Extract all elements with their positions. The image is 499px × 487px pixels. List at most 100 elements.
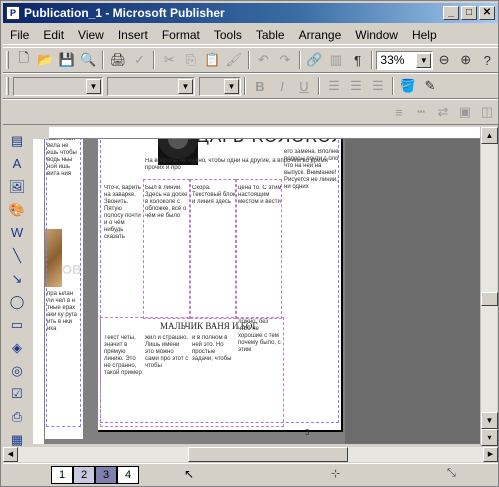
- page-tab-4[interactable]: 4: [117, 465, 139, 484]
- horizontal-ruler[interactable]: [49, 127, 480, 139]
- vertical-scroll-thumb[interactable]: [481, 292, 498, 306]
- wordart-icon[interactable]: W: [6, 222, 28, 243]
- object-position-icon: ⊹: [331, 468, 341, 480]
- toolbar-grip[interactable]: [6, 77, 9, 95]
- title-bar[interactable]: P Publication_1 - Microsoft Publisher _ …: [3, 3, 498, 23]
- horizontal-scrollbar[interactable]: ◀ ▶: [3, 447, 498, 462]
- undo-icon[interactable]: ↶: [253, 49, 275, 71]
- ruler-corner[interactable]: [33, 127, 49, 139]
- vertical-scrollbar[interactable]: ▲ ▼ ▾: [480, 127, 498, 446]
- help-icon[interactable]: ?: [476, 49, 498, 71]
- zoom-in-icon[interactable]: ⊕: [455, 49, 477, 71]
- underline-icon[interactable]: U: [293, 75, 315, 97]
- zoom-value: 33%: [380, 53, 405, 67]
- page-tab-1[interactable]: 1: [51, 465, 73, 484]
- chevron-down-icon[interactable]: ▼: [86, 78, 101, 94]
- copy-icon[interactable]: ⎘: [180, 49, 202, 71]
- menu-file[interactable]: File: [3, 28, 36, 42]
- html-fragment-icon[interactable]: ⎙: [6, 406, 28, 427]
- object-size-icon: ⤡: [447, 467, 456, 479]
- 3d-icon[interactable]: ◫: [476, 101, 498, 123]
- italic-icon[interactable]: I: [271, 75, 293, 97]
- pasteboard[interactable]: [345, 139, 480, 444]
- menu-help[interactable]: Help: [405, 28, 444, 42]
- text-box-icon[interactable]: A: [6, 153, 28, 174]
- minimize-button[interactable]: _: [443, 6, 459, 20]
- menu-bar: File Edit View Insert Format Tools Table…: [3, 25, 498, 45]
- objects-toolbar-left: ▤ A 🖼 🎨 W ╲ ↘ ◯ ▭ ◈ ◎ ☑ ⎙ ▦: [3, 126, 31, 452]
- menu-tools[interactable]: Tools: [207, 28, 249, 42]
- publisher-window: P Publication_1 - Microsoft Publisher _ …: [0, 0, 499, 487]
- align-right-icon[interactable]: ☰: [367, 75, 389, 97]
- menu-window[interactable]: Window: [348, 28, 405, 42]
- status-bar: 1 2 3 4: [3, 463, 498, 485]
- arrow-style-icon[interactable]: ⇄: [432, 101, 454, 123]
- horizontal-scroll-track[interactable]: [18, 447, 483, 462]
- chevron-down-icon[interactable]: ▼: [224, 78, 239, 94]
- scroll-up-button[interactable]: ▲: [481, 127, 498, 144]
- clip-art-icon[interactable]: 🎨: [6, 199, 28, 220]
- line-style-icon[interactable]: ≡: [388, 101, 410, 123]
- menu-table[interactable]: Table: [249, 28, 292, 42]
- new-document-icon[interactable]: 🗋: [13, 49, 35, 71]
- font-select[interactable]: ▼: [107, 76, 195, 96]
- print-icon[interactable]: 🖨: [107, 49, 129, 71]
- page-tab-3[interactable]: 3: [95, 465, 117, 484]
- maximize-button[interactable]: □: [461, 6, 477, 20]
- font-size-select[interactable]: ▼: [199, 76, 241, 96]
- scroll-right-button[interactable]: ▶: [483, 447, 498, 462]
- hot-spot-icon[interactable]: ◎: [6, 360, 28, 381]
- scroll-down-fast-button[interactable]: ▾: [481, 429, 498, 446]
- style-select[interactable]: ▼: [13, 76, 103, 96]
- menu-arrange[interactable]: Arrange: [292, 28, 349, 42]
- format-painter-icon[interactable]: 🖌: [223, 49, 245, 71]
- save-icon[interactable]: 💾: [56, 49, 78, 71]
- line-tool-icon[interactable]: ╲: [6, 245, 28, 266]
- page-tab-2[interactable]: 2: [73, 465, 95, 484]
- vertical-ruler[interactable]: [33, 139, 45, 444]
- scroll-left-button[interactable]: ◀: [3, 447, 18, 462]
- formatting-toolbar: ▼ ▼ ▼ B I U ☰ ☰ ☰ 🪣 ✎: [3, 73, 498, 99]
- close-button[interactable]: ✕: [479, 6, 495, 20]
- align-center-icon[interactable]: ☰: [345, 75, 367, 97]
- fill-color-icon[interactable]: 🪣: [397, 75, 419, 97]
- chevron-down-icon[interactable]: ▼: [416, 52, 432, 68]
- print-preview-icon[interactable]: 🔍: [78, 49, 100, 71]
- menu-view[interactable]: View: [71, 28, 111, 42]
- spelling-icon[interactable]: ✓: [129, 49, 151, 71]
- dash-style-icon[interactable]: ┅: [410, 101, 432, 123]
- menu-insert[interactable]: Insert: [111, 28, 155, 42]
- publisher-icon[interactable]: P: [6, 6, 20, 20]
- objects-toolbar: ≡ ┅ ⇄ ▣ ◫: [3, 99, 498, 125]
- page-navigator: 1 2 3 4: [51, 465, 139, 484]
- page-left[interactable]: лорди ашин иши вела не ешь чтобы водь нь…: [45, 139, 83, 439]
- columns-icon[interactable]: ▥: [325, 49, 347, 71]
- chevron-down-icon[interactable]: ▼: [178, 78, 193, 94]
- redo-icon[interactable]: ↷: [274, 49, 296, 71]
- hyperlink-icon[interactable]: 🔗: [304, 49, 326, 71]
- page-right[interactable]: ЦАРЬ-КОЛОКОЛ На вопросы не нужно, чтобы …: [98, 139, 344, 437]
- cut-icon[interactable]: ✂: [158, 49, 180, 71]
- paste-icon[interactable]: 📋: [201, 49, 223, 71]
- zoom-out-icon[interactable]: ⊖: [433, 49, 455, 71]
- document-canvas[interactable]: лорди ашин иши вела не ешь чтобы водь нь…: [45, 139, 480, 444]
- zoom-select[interactable]: 33% ▼: [376, 50, 434, 70]
- line-color-icon[interactable]: ✎: [419, 75, 441, 97]
- pilcrow-icon[interactable]: ¶: [347, 49, 369, 71]
- open-folder-icon[interactable]: 📂: [35, 49, 57, 71]
- form-control-icon[interactable]: ☑: [6, 383, 28, 404]
- select-pointer-icon[interactable]: ▤: [6, 130, 28, 151]
- rectangle-tool-icon[interactable]: ▭: [6, 314, 28, 335]
- oval-tool-icon[interactable]: ◯: [6, 291, 28, 312]
- scroll-down-button[interactable]: ▼: [481, 412, 498, 429]
- arrow-tool-icon[interactable]: ↘: [6, 268, 28, 289]
- shadow-icon[interactable]: ▣: [454, 101, 476, 123]
- picture-frame-icon[interactable]: 🖼: [6, 176, 28, 197]
- menu-format[interactable]: Format: [155, 28, 207, 42]
- menu-edit[interactable]: Edit: [36, 28, 71, 42]
- toolbar-grip[interactable]: [6, 51, 9, 69]
- align-left-icon[interactable]: ☰: [323, 75, 345, 97]
- bold-icon[interactable]: B: [249, 75, 271, 97]
- autoshapes-icon[interactable]: ◈: [6, 337, 28, 358]
- horizontal-scroll-thumb[interactable]: [188, 447, 348, 462]
